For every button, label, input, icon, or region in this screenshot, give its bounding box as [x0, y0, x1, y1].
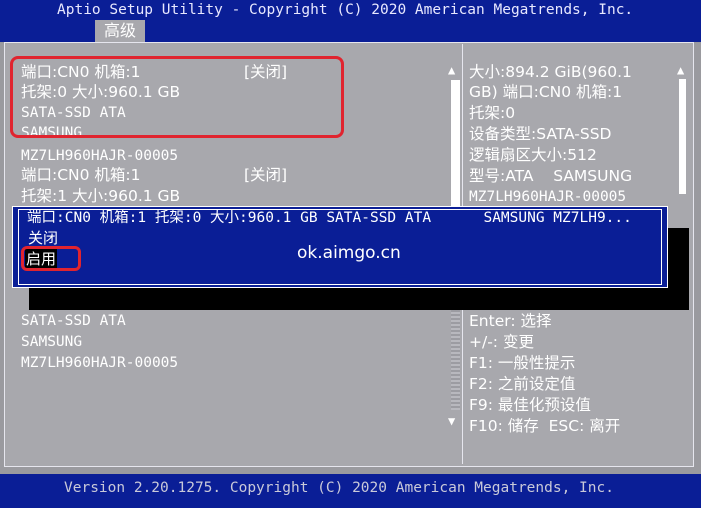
help-enter: Enter: 选择: [469, 312, 552, 330]
help-plus-minus: +/-: 变更: [469, 333, 534, 351]
drive0-highlight-box: [10, 56, 344, 138]
info-line-device-type: 设备类型:SATA-SSD: [469, 125, 612, 143]
app-title: Aptio Setup Utility - Copyright (C) 2020…: [57, 2, 634, 18]
info-line-size: 大小:894.2 GiB(960.1: [469, 63, 632, 81]
info-line-port: GB) 端口:CN0 机箱:1: [469, 83, 623, 101]
help-f9: F9: 最佳化预设值: [469, 396, 591, 414]
popup-option-disabled[interactable]: 关闭: [28, 228, 58, 248]
selected-option-highlight: [21, 246, 81, 271]
info-scrollbar[interactable]: [679, 79, 686, 194]
info-line-bay: 托架:0: [469, 104, 516, 122]
drive0-model: MZ7LH960HAJR-00005: [21, 148, 179, 164]
info-line-model: 型号:ATA SAMSUNG: [469, 167, 633, 185]
scroll-down-arrow-icon[interactable]: ▼: [448, 414, 455, 428]
popup-title: 端口:CN0 机箱:1 托架:0 大小:960.1 GB SATA-SSD AT…: [27, 210, 632, 226]
help-f1: F1: 一般性提示: [469, 354, 576, 372]
info-line-model-number: MZ7LH960HAJR-00005: [469, 189, 627, 205]
scrollbar-thumb[interactable]: [451, 80, 460, 220]
tab-advanced[interactable]: 高级: [95, 20, 145, 42]
drive1-state-value[interactable]: [关闭]: [244, 165, 287, 185]
scroll-up-arrow-icon[interactable]: ▲: [448, 63, 455, 77]
drive1-bay-size: 托架:1 大小:960.1 GB: [21, 187, 181, 204]
info-line-sector-size: 逻辑扇区大小:512: [469, 146, 597, 164]
info-scroll-up-arrow-icon[interactable]: ▲: [677, 63, 684, 77]
watermark-text: ok.aimgo.cn: [297, 243, 401, 263]
drive1-model: MZ7LH960HAJR-00005: [21, 355, 179, 371]
version-text: Version 2.20.1275. Copyright (C) 2020 Am…: [64, 480, 614, 496]
drive1-vendor: SAMSUNG: [21, 334, 83, 350]
drive1-type: SATA-SSD ATA: [21, 313, 126, 329]
help-f2: F2: 之前设定值: [469, 375, 576, 393]
drive1-port-label[interactable]: 端口:CN0 机箱:1: [21, 165, 141, 185]
help-f10-esc: F10: 储存 ESC: 离开: [469, 417, 621, 435]
